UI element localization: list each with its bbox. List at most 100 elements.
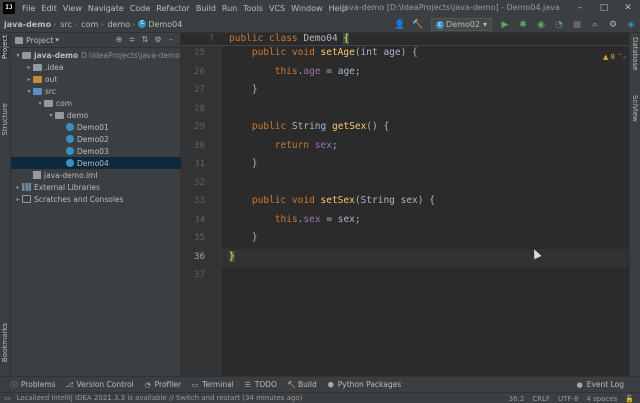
window-title: java-demo [D:\IdeaProjects\java-demo] - … bbox=[342, 3, 560, 12]
maximize-icon[interactable]: □ bbox=[592, 0, 616, 16]
minimize-icon[interactable]: – bbox=[568, 0, 592, 16]
menu-vcs[interactable]: VCS bbox=[266, 4, 288, 13]
debug-icon[interactable]: ✱ bbox=[516, 18, 530, 32]
tree-item-label: Scratches and Consoles bbox=[34, 194, 124, 204]
notification-icon[interactable]: ▭ bbox=[4, 394, 11, 402]
chevron-down-icon[interactable]: ▾ bbox=[55, 36, 59, 44]
tab-python-packages[interactable]: ⬢ Python Packages bbox=[327, 380, 401, 389]
update-icon[interactable]: ◈ bbox=[624, 18, 638, 32]
tree-item[interactable]: ▾ com bbox=[11, 97, 181, 109]
tree-item[interactable]: ▸ Scratches and Consoles bbox=[11, 193, 181, 205]
run-icon[interactable]: ▶ bbox=[498, 18, 512, 32]
hide-panel-icon[interactable]: – bbox=[166, 35, 176, 44]
code-line[interactable]: public void setAge(int age) { bbox=[229, 47, 418, 58]
tree-item[interactable]: Demo01 bbox=[11, 121, 181, 133]
coverage-icon[interactable]: ◉ bbox=[534, 18, 548, 32]
menu-window[interactable]: Window bbox=[288, 4, 326, 13]
warnings-indicator[interactable]: ▲ 8 bbox=[603, 53, 615, 61]
menu-tools[interactable]: Tools bbox=[240, 4, 266, 13]
tree-item[interactable]: Demo03 bbox=[11, 145, 181, 157]
navigation-bar: java-demo › src › com › demo › Demo04 👤▾… bbox=[0, 16, 640, 44]
build-hammer-icon[interactable]: 🔨 bbox=[411, 18, 425, 32]
code-line[interactable]: this.age = age; bbox=[229, 66, 361, 77]
vcs-user-icon[interactable]: 👤▾ bbox=[393, 18, 407, 44]
menu-file[interactable]: File bbox=[19, 4, 38, 13]
chevron-right-icon[interactable]: ▸ bbox=[14, 184, 22, 191]
code-editor[interactable]: 25 26 27 28 29 30 31 32 33 34 35 36 37 public void s… bbox=[181, 33, 629, 376]
run-configuration-label: Demo02 bbox=[446, 20, 480, 29]
tab-problems[interactable]: ⓘ Problems bbox=[10, 380, 56, 389]
status-message[interactable]: Localized IntelliJ IDEA 2021.3.3 is avai… bbox=[17, 394, 303, 402]
caret-position[interactable]: 36:2 bbox=[509, 395, 525, 403]
tab-todo[interactable]: ☰ TODO bbox=[244, 380, 277, 389]
right-tool-strip: Database SciView bbox=[629, 33, 640, 376]
breadcrumb-file[interactable]: Demo04 bbox=[135, 18, 184, 29]
menu-view[interactable]: View bbox=[60, 4, 85, 13]
menu-build[interactable]: Build bbox=[193, 4, 219, 13]
breadcrumb-project[interactable]: java-demo bbox=[0, 20, 53, 29]
chevron-down-icon[interactable]: ▾ bbox=[14, 52, 22, 59]
code-token: public void bbox=[229, 47, 321, 58]
tab-build[interactable]: 🔨 Build bbox=[287, 380, 317, 389]
lock-icon[interactable]: 🔓 bbox=[625, 395, 634, 403]
settings-gear-icon[interactable]: ⚙ bbox=[153, 35, 163, 44]
tree-item[interactable]: Demo04 bbox=[11, 157, 181, 169]
menu-edit[interactable]: Edit bbox=[38, 4, 60, 13]
chevron-right-icon[interactable]: ▸ bbox=[25, 76, 33, 83]
current-line-highlight bbox=[221, 248, 629, 267]
database-tool-tab[interactable]: Database bbox=[631, 37, 639, 70]
expand-all-icon[interactable]: ⇅ bbox=[140, 35, 150, 44]
tree-item[interactable]: java-demo.iml bbox=[11, 169, 181, 181]
event-log-tab[interactable]: ● Event Log bbox=[576, 380, 624, 389]
structure-tool-tab[interactable]: Structure bbox=[1, 103, 9, 136]
code-line[interactable]: this.sex = sex; bbox=[229, 214, 361, 225]
tab-profiler[interactable]: ◔ Profiler bbox=[144, 380, 181, 389]
code-line[interactable]: } bbox=[229, 84, 258, 95]
line-separator[interactable]: CRLF bbox=[532, 395, 550, 403]
menu-run[interactable]: Run bbox=[219, 4, 240, 13]
navigate-warnings-icon[interactable]: ⌃⌄ bbox=[617, 53, 627, 60]
code-line[interactable]: } bbox=[229, 250, 235, 262]
tab-label: Version Control bbox=[76, 380, 134, 389]
code-line[interactable]: } bbox=[229, 158, 258, 169]
search-icon[interactable]: ⌕ bbox=[588, 18, 602, 32]
chevron-right-icon[interactable]: ▸ bbox=[25, 64, 33, 71]
run-configuration-select[interactable]: Demo02 ▾ bbox=[431, 18, 492, 31]
file-encoding[interactable]: UTF-8 bbox=[558, 395, 578, 403]
menu-navigate[interactable]: Navigate bbox=[85, 4, 127, 13]
breadcrumb-com[interactable]: com bbox=[77, 20, 100, 29]
breadcrumb-demo[interactable]: demo bbox=[103, 20, 132, 29]
chevron-down-icon[interactable]: ▾ bbox=[25, 88, 33, 95]
stop-icon[interactable]: ■ bbox=[570, 18, 584, 32]
menu-refactor[interactable]: Refactor bbox=[153, 4, 193, 13]
code-line[interactable]: public void setSex(String sex) { bbox=[229, 195, 435, 206]
settings-gear-icon[interactable]: ⚙ bbox=[606, 18, 620, 32]
tree-item[interactable]: ▾ src bbox=[11, 85, 181, 97]
code-line[interactable]: return sex; bbox=[229, 140, 338, 151]
tree-item[interactable]: ▸ out bbox=[11, 73, 181, 85]
tree-item[interactable]: ▾ demo bbox=[11, 109, 181, 121]
code-token: (String sex) { bbox=[354, 195, 435, 206]
collapse-all-icon[interactable]: ≑ bbox=[127, 35, 137, 44]
project-panel-title[interactable]: Project bbox=[26, 36, 53, 45]
project-tool-tab[interactable]: Project bbox=[1, 35, 9, 59]
chevron-down-icon[interactable]: ▾ bbox=[36, 100, 44, 107]
tab-version-control[interactable]: ⎇ Version Control bbox=[66, 380, 134, 389]
menu-code[interactable]: Code bbox=[127, 4, 153, 13]
breadcrumb-src[interactable]: src bbox=[56, 20, 74, 29]
tab-terminal[interactable]: ▭ Terminal bbox=[191, 380, 234, 389]
tree-item[interactable]: ▸ .idea bbox=[11, 61, 181, 73]
bookmarks-tool-tab[interactable]: Bookmarks bbox=[1, 323, 9, 362]
tree-item[interactable]: ▾ java-demo D:\IdeaProjects\java-demo bbox=[11, 49, 181, 61]
tree-item[interactable]: Demo02 bbox=[11, 133, 181, 145]
chevron-down-icon[interactable]: ▾ bbox=[47, 112, 55, 119]
profile-icon[interactable]: ◔ bbox=[552, 18, 566, 32]
chevron-right-icon[interactable]: ▸ bbox=[14, 196, 22, 203]
sciview-tool-tab[interactable]: SciView bbox=[631, 95, 639, 122]
locate-file-icon[interactable]: ⊕ bbox=[114, 35, 124, 44]
close-icon[interactable]: ✕ bbox=[616, 0, 640, 16]
code-line[interactable]: public String getSex() { bbox=[229, 121, 389, 132]
tree-item[interactable]: ▸ External Libraries bbox=[11, 181, 181, 193]
indent-setting[interactable]: 4 spaces bbox=[586, 395, 617, 403]
code-line[interactable]: } bbox=[229, 232, 258, 243]
